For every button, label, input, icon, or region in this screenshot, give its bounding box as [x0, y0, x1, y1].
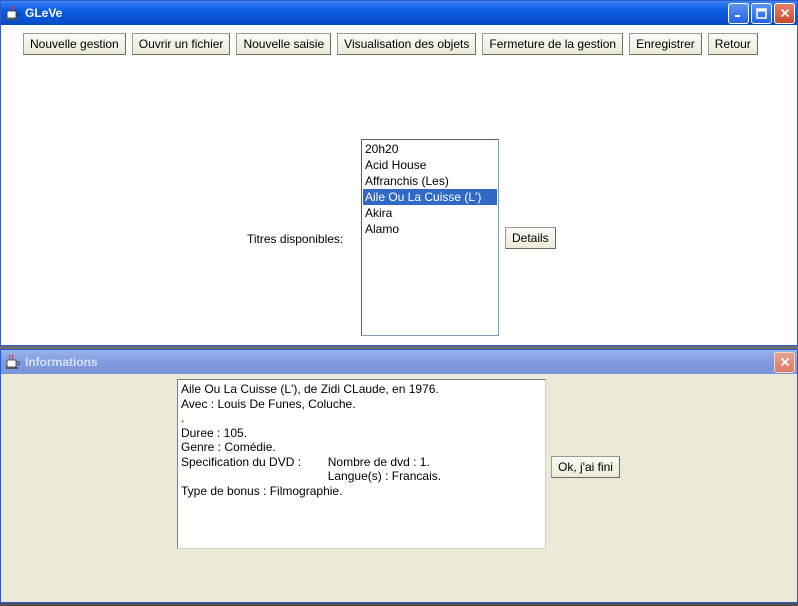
info-line: Langue(s) : Francais.	[181, 469, 442, 483]
retour-button[interactable]: Retour	[707, 33, 758, 55]
details-textarea[interactable]: Aile Ou La Cuisse (L'), de Zidi CLaude, …	[177, 379, 546, 549]
java-coffee-icon	[5, 354, 21, 370]
titles-label: Titres disponibles:	[247, 232, 344, 246]
main-titlebar[interactable]: GLeVe	[1, 1, 797, 25]
info-line: Type de bonus : Filmographie.	[181, 483, 343, 498]
close-button[interactable]	[774, 2, 795, 24]
main-client-area: Nouvelle gestion Ouvrir un fichier Nouvell…	[1, 25, 797, 345]
main-window: GLeVe Nouvelle gestion Ouvrir un fichier N…	[0, 0, 798, 346]
list-item[interactable]: 20h20	[363, 141, 497, 157]
details-button[interactable]: Details	[505, 227, 556, 249]
maximize-icon	[756, 7, 767, 19]
list-item[interactable]: Aile Ou La Cuisse (L')	[363, 189, 497, 205]
ok-done-button[interactable]: Ok, j'ai fini	[551, 456, 620, 478]
nouvelle-gestion-button[interactable]: Nouvelle gestion	[23, 33, 126, 55]
list-item[interactable]: Acid House	[363, 157, 497, 173]
maximize-button[interactable]	[751, 2, 772, 24]
info-close-button[interactable]	[774, 351, 795, 373]
list-item[interactable]: Alamo	[363, 221, 497, 237]
info-line: Genre : Comédie.	[181, 440, 276, 454]
enregistrer-button[interactable]: Enregistrer	[629, 33, 702, 55]
nouvelle-saisie-button[interactable]: Nouvelle saisie	[236, 33, 332, 55]
main-window-title: GLeVe	[25, 6, 63, 20]
info-client-area: Aile Ou La Cuisse (L'), de Zidi CLaude, …	[1, 374, 797, 602]
toolbar: Nouvelle gestion Ouvrir un fichier Nouvell…	[23, 33, 758, 55]
list-item[interactable]: Akira	[363, 205, 497, 221]
info-line: Duree : 105.	[181, 425, 248, 440]
close-icon	[780, 8, 789, 18]
titles-listbox[interactable]: 20h20 Acid House Affranchis (Les) Aile Ou L…	[361, 139, 499, 336]
fermeture-gestion-button[interactable]: Fermeture de la gestion	[482, 33, 624, 55]
info-line: .	[181, 411, 185, 425]
minimize-button[interactable]	[728, 2, 749, 24]
ouvrir-fichier-button[interactable]: Ouvrir un fichier	[131, 33, 231, 55]
info-line: Aile Ou La Cuisse (L'), de Zidi CLaude, …	[181, 382, 439, 396]
list-item[interactable]: Affranchis (Les)	[363, 173, 497, 189]
close-icon	[780, 357, 789, 367]
info-line: Avec : Louis De Funes, Coluche.	[181, 396, 356, 411]
informations-dialog: Informations Aile Ou La Cuisse (L'), de …	[0, 349, 798, 603]
info-titlebar[interactable]: Informations	[1, 350, 797, 374]
info-line: Specification du DVD : Nombre de dvd : 1…	[181, 454, 430, 469]
java-coffee-icon	[5, 5, 21, 21]
minimize-icon	[734, 15, 740, 17]
visualisation-objets-button[interactable]: Visualisation des objets	[337, 33, 477, 55]
info-window-title: Informations	[25, 355, 98, 369]
